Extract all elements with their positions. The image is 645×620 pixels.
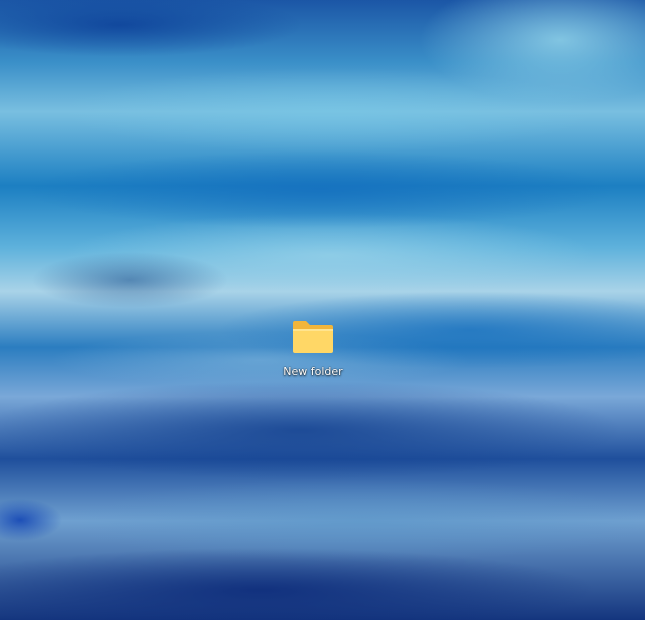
desktop[interactable]: New folder [0, 0, 645, 620]
desktop-icon-label: New folder [283, 365, 343, 378]
desktop-icon-new-folder[interactable]: New folder [277, 316, 349, 382]
folder-icon [293, 321, 333, 353]
